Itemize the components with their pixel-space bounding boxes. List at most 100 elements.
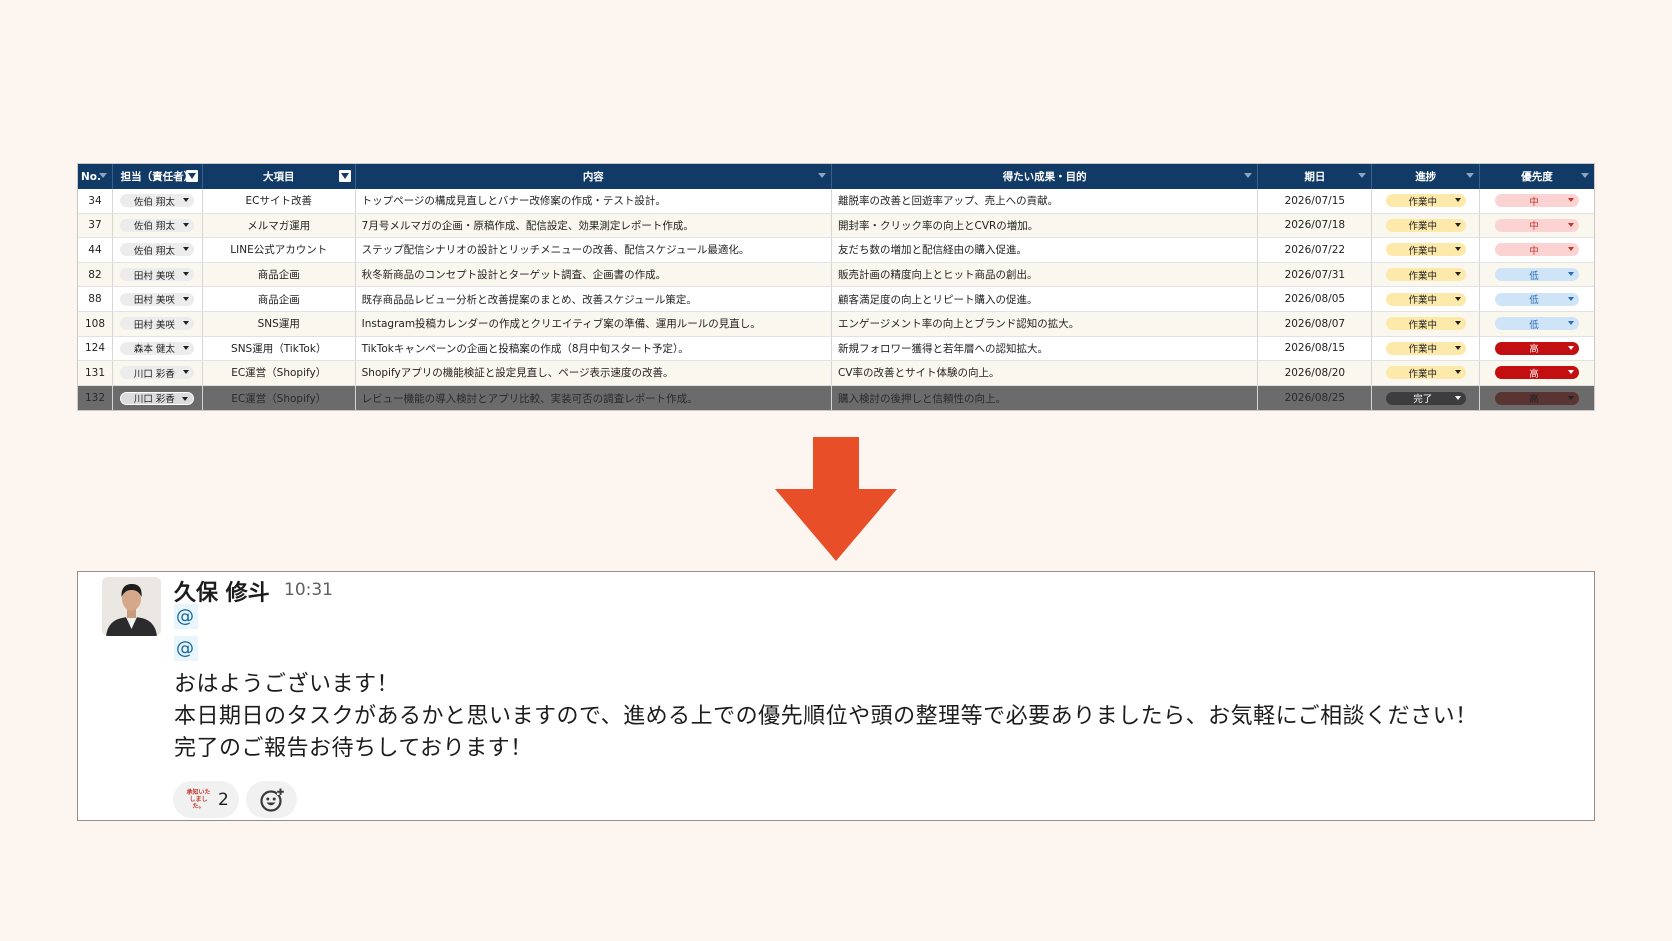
cell-status[interactable]: 作業中 — [1372, 238, 1481, 262]
cell-no[interactable]: 132 — [78, 385, 113, 411]
person-dropdown[interactable]: 森本 健太 — [120, 341, 195, 355]
priority-dropdown[interactable]: 中 — [1495, 194, 1580, 208]
cell-content[interactable]: 既存商品品レビュー分析と改善提案のまとめ、改善スケジュール策定。 — [356, 287, 832, 311]
cell-no[interactable]: 124 — [78, 336, 113, 361]
status-dropdown[interactable]: 作業中 — [1385, 243, 1466, 257]
priority-dropdown[interactable]: 低 — [1495, 292, 1580, 306]
status-dropdown[interactable]: 完了 — [1385, 391, 1466, 405]
filter-active-icon[interactable] — [185, 170, 198, 182]
table-row[interactable]: 124 森本 健太 SNS運用（TikTok） TikTokキャンペーンの企画と投稿案… — [78, 336, 1594, 362]
table-row[interactable]: 37 佐伯 翔太 メルマガ運用 7月号メルマガの企画・原稿作成、配信設定、効果測定レポ… — [78, 213, 1594, 239]
table-row[interactable]: 44 佐伯 翔太 LINE公式アカウント ステップ配信シナリオの設計とリッチメニューの… — [78, 238, 1594, 263]
header-category[interactable]: 大項目 — [203, 164, 356, 189]
cell-person[interactable]: 佐伯 翔太 — [113, 238, 203, 262]
cell-goal[interactable]: 離脱率の改善と回遊率アップ、売上への貢献。 — [832, 189, 1259, 213]
cell-content[interactable]: 秋冬新商品のコンセプト設計とターゲット調査、企画書の作成。 — [356, 262, 832, 287]
cell-content[interactable]: TikTokキャンペーンの企画と投稿案の作成（8月中旬スタート予定）。 — [356, 336, 832, 361]
header-content[interactable]: 内容 — [356, 164, 832, 189]
header-person[interactable]: 担当（責任者） — [113, 164, 203, 189]
table-row[interactable]: 131 川口 彩香 EC運営（Shopify） Shopifyアプリの機能検証と設定見… — [78, 361, 1594, 386]
cell-content[interactable]: Instagram投稿カレンダーの作成とクリエイティブ案の準備、運用ルールの見直… — [356, 311, 832, 336]
avatar[interactable] — [102, 577, 161, 636]
filter-arrow-icon[interactable] — [1580, 173, 1589, 178]
status-dropdown[interactable]: 作業中 — [1385, 317, 1466, 331]
cell-status[interactable]: 作業中 — [1372, 336, 1481, 361]
cell-category[interactable]: EC運営（Shopify） — [203, 385, 356, 411]
cell-person[interactable]: 川口 彩香 — [113, 361, 203, 385]
cell-goal[interactable]: 購入検討の後押しと信頼性の向上。 — [832, 385, 1259, 411]
cell-due[interactable]: 2026/07/22 — [1258, 238, 1373, 262]
cell-person[interactable]: 田村 美咲 — [113, 287, 203, 311]
cell-category[interactable]: メルマガ運用 — [203, 213, 356, 238]
cell-priority[interactable]: 高 — [1480, 361, 1594, 385]
cell-person[interactable]: 佐伯 翔太 — [113, 189, 203, 213]
priority-dropdown[interactable]: 高 — [1495, 341, 1580, 355]
cell-status[interactable]: 作業中 — [1372, 262, 1481, 287]
cell-content[interactable]: レビュー機能の導入検討とアプリ比較、実装可否の調査レポート作成。 — [356, 385, 832, 411]
priority-dropdown[interactable]: 高 — [1495, 391, 1580, 405]
status-dropdown[interactable]: 作業中 — [1385, 341, 1466, 355]
cell-goal[interactable]: エンゲージメント率の向上とブランド認知の拡大。 — [832, 311, 1259, 336]
cell-status[interactable]: 作業中 — [1372, 361, 1481, 385]
priority-dropdown[interactable]: 中 — [1495, 218, 1580, 232]
mention-tag[interactable]: @ — [174, 604, 198, 629]
header-no[interactable]: No. — [78, 164, 113, 189]
cell-content[interactable]: ステップ配信シナリオの設計とリッチメニューの改善、配信スケジュール最適化。 — [356, 238, 832, 262]
cell-status[interactable]: 作業中 — [1372, 311, 1481, 336]
cell-status[interactable]: 作業中 — [1372, 287, 1481, 311]
header-due[interactable]: 期日 — [1258, 164, 1373, 189]
cell-due[interactable]: 2026/08/15 — [1258, 336, 1373, 361]
person-dropdown[interactable]: 佐伯 翔太 — [120, 243, 195, 257]
filter-arrow-icon[interactable] — [98, 173, 107, 178]
cell-priority[interactable]: 高 — [1480, 386, 1594, 411]
cell-no[interactable]: 108 — [78, 311, 113, 336]
cell-no[interactable]: 37 — [78, 213, 113, 238]
cell-content[interactable]: 7月号メルマガの企画・原稿作成、配信設定、効果測定レポート作成。 — [356, 213, 832, 238]
priority-dropdown[interactable]: 高 — [1495, 366, 1580, 380]
status-dropdown[interactable]: 作業中 — [1385, 366, 1466, 380]
status-dropdown[interactable]: 作業中 — [1385, 218, 1466, 232]
cell-category[interactable]: SNS運用（TikTok） — [203, 336, 356, 361]
cell-status[interactable]: 作業中 — [1372, 189, 1481, 213]
cell-due[interactable]: 2026/07/18 — [1258, 213, 1373, 238]
reaction-button[interactable]: 承知いたしました。 2 — [173, 781, 239, 818]
person-dropdown[interactable]: 田村 美咲 — [120, 268, 195, 282]
cell-status[interactable]: 完了 — [1372, 385, 1481, 411]
cell-goal[interactable]: 顧客満足度の向上とリピート購入の促進。 — [832, 287, 1259, 311]
cell-category[interactable]: 商品企画 — [203, 262, 356, 287]
cell-priority[interactable]: 低 — [1480, 263, 1594, 287]
person-dropdown[interactable]: 田村 美咲 — [120, 317, 195, 331]
cell-due[interactable]: 2026/08/05 — [1258, 287, 1373, 311]
cell-no[interactable]: 82 — [78, 262, 113, 287]
filter-arrow-icon[interactable] — [1466, 173, 1475, 178]
cell-content[interactable]: Shopifyアプリの機能検証と設定見直し、ページ表示速度の改善。 — [356, 361, 832, 385]
filter-arrow-icon[interactable] — [1244, 173, 1253, 178]
sender-name[interactable]: 久保 修斗 — [174, 575, 270, 607]
header-priority[interactable]: 優先度 — [1480, 164, 1594, 189]
cell-priority[interactable]: 高 — [1480, 337, 1594, 361]
cell-person[interactable]: 田村 美咲 — [113, 262, 203, 287]
cell-no[interactable]: 34 — [78, 189, 113, 213]
cell-no[interactable]: 131 — [78, 361, 113, 385]
status-dropdown[interactable]: 作業中 — [1385, 268, 1466, 282]
cell-category[interactable]: EC運営（Shopify） — [203, 361, 356, 385]
table-row[interactable]: 108 田村 美咲 SNS運用 Instagram投稿カレンダーの作成とクリエイティブ… — [78, 311, 1594, 337]
table-row[interactable]: 132 川口 彩香 EC運営（Shopify） レビュー機能の導入検討とアプリ比較、実… — [78, 385, 1594, 411]
cell-person[interactable]: 森本 健太 — [113, 336, 203, 361]
status-dropdown[interactable]: 作業中 — [1385, 194, 1466, 208]
table-row[interactable]: 88 田村 美咲 商品企画 既存商品品レビュー分析と改善提案のまとめ、改善スケジュール… — [78, 287, 1594, 312]
cell-due[interactable]: 2026/07/15 — [1258, 189, 1373, 213]
cell-goal[interactable]: 販売計画の精度向上とヒット商品の創出。 — [832, 262, 1259, 287]
cell-priority[interactable]: 中 — [1480, 189, 1594, 213]
cell-no[interactable]: 44 — [78, 238, 113, 262]
person-dropdown[interactable]: 田村 美咲 — [120, 292, 195, 306]
person-dropdown[interactable]: 佐伯 翔太 — [120, 194, 195, 208]
cell-person[interactable]: 佐伯 翔太 — [113, 213, 203, 238]
cell-person[interactable]: 川口 彩香 — [113, 385, 203, 411]
cell-content[interactable]: トップページの構成見直しとバナー改修案の作成・テスト設計。 — [356, 189, 832, 213]
priority-dropdown[interactable]: 低 — [1495, 268, 1580, 282]
cell-priority[interactable]: 中 — [1480, 238, 1594, 262]
cell-category[interactable]: SNS運用 — [203, 311, 356, 336]
filter-arrow-icon[interactable] — [817, 173, 826, 178]
priority-dropdown[interactable]: 低 — [1495, 317, 1580, 331]
